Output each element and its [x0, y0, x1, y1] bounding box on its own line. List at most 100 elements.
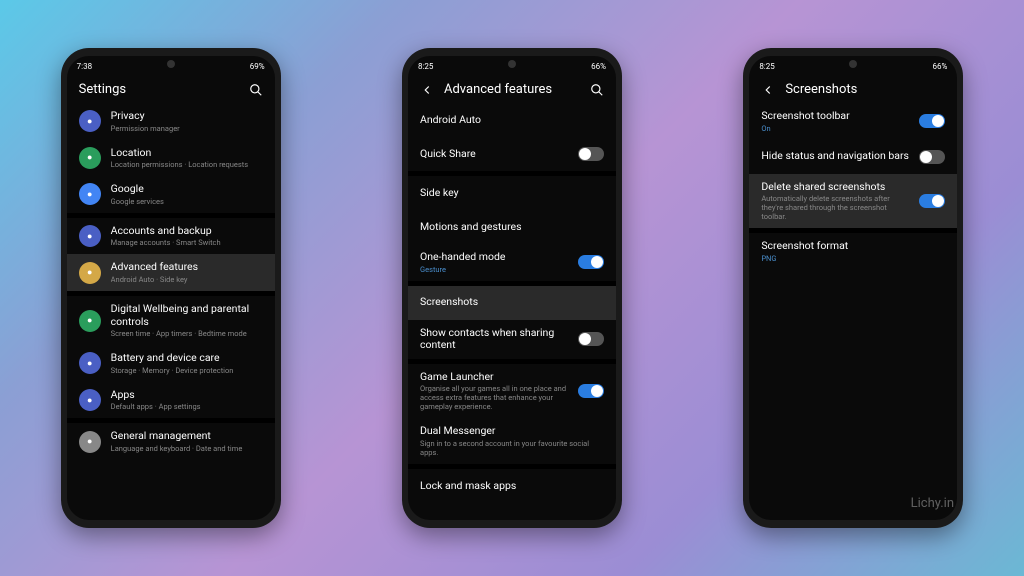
- row-label: Delete shared screenshots: [761, 181, 909, 194]
- settings-row[interactable]: ● LocationLocation permissions · Location…: [67, 140, 275, 177]
- row-label: Screenshots: [420, 296, 604, 309]
- watermark: Lichy.in: [911, 496, 954, 511]
- row-sublabel: Manage accounts · Smart Switch: [111, 238, 263, 247]
- status-time: 8:25: [759, 62, 774, 71]
- row-label: Privacy: [111, 110, 263, 123]
- toggle-switch[interactable]: [919, 114, 945, 128]
- screen: 8:25 66% Screenshots Screenshot toolbarO…: [749, 56, 957, 520]
- toggle-switch[interactable]: [919, 194, 945, 208]
- row-sublabel: Automatically delete screenshots after t…: [761, 194, 909, 221]
- row-label: One-handed mode: [420, 251, 568, 264]
- settings-row[interactable]: ●Accounts and backupManage accounts · Sm…: [67, 218, 275, 255]
- toggle-switch[interactable]: [919, 150, 945, 164]
- settings-row[interactable]: Lock and mask apps: [408, 469, 616, 503]
- settings-row[interactable]: Delete shared screenshotsAutomatically d…: [749, 174, 957, 229]
- row-sublabel: Google services: [111, 197, 263, 206]
- advanced-icon: ●: [79, 262, 101, 284]
- search-icon[interactable]: [590, 83, 604, 97]
- row-text: LocationLocation permissions · Location …: [111, 147, 263, 170]
- row-label: Location: [111, 147, 263, 160]
- header: Settings: [67, 76, 275, 103]
- status-bar: 7:38 69%: [67, 56, 275, 76]
- status-bar: 8:25 66%: [408, 56, 616, 76]
- row-label: Digital Wellbeing and parental controls: [111, 303, 263, 328]
- row-text: Screenshot toolbarOn: [761, 110, 909, 133]
- status-right: 66%: [591, 62, 606, 71]
- settings-row[interactable]: One-handed modeGesture: [408, 244, 616, 281]
- settings-row[interactable]: Quick Share: [408, 137, 616, 171]
- row-text: Digital Wellbeing and parental controlsS…: [111, 303, 263, 338]
- settings-row[interactable]: ●Battery and device careStorage · Memory…: [67, 345, 275, 382]
- settings-row[interactable]: Screenshot toolbarOn: [749, 103, 957, 140]
- status-bar: 8:25 66%: [749, 56, 957, 76]
- settings-row[interactable]: Side key: [408, 176, 616, 210]
- settings-row[interactable]: ● PrivacyPermission manager: [67, 103, 275, 140]
- row-text: Screenshot formatPNG: [761, 240, 945, 263]
- google-icon: ●: [79, 183, 101, 205]
- settings-row[interactable]: ● AppsDefault apps · App settings: [67, 382, 275, 419]
- status-time: 8:25: [418, 62, 433, 71]
- wellbeing-icon: ●: [79, 310, 101, 332]
- row-text: Screenshots: [420, 296, 604, 309]
- row-text: AppsDefault apps · App settings: [111, 389, 263, 412]
- row-label: Hide status and navigation bars: [761, 150, 909, 163]
- status-time: 7:38: [77, 62, 92, 71]
- settings-row[interactable]: Screenshot formatPNG: [749, 233, 957, 270]
- row-label: Lock and mask apps: [420, 480, 604, 493]
- back-icon[interactable]: [420, 83, 434, 97]
- settings-list: Android Auto Quick Share Side key Motions a…: [408, 103, 616, 520]
- row-sublabel: Storage · Memory · Device protection: [111, 366, 263, 375]
- row-text: Side key: [420, 187, 604, 200]
- row-sublabel: Screen time · App timers · Bedtime mode: [111, 329, 263, 338]
- row-label: Accounts and backup: [111, 225, 263, 238]
- row-text: Dual MessengerSign in to a second accoun…: [420, 425, 604, 457]
- toggle-switch[interactable]: [578, 332, 604, 346]
- settings-row[interactable]: Motions and gestures: [408, 210, 616, 244]
- settings-row[interactable]: ●General managementLanguage and keyboard…: [67, 423, 275, 460]
- row-sublabel: Organise all your games all in one place…: [420, 384, 568, 411]
- row-text: Accounts and backupManage accounts · Sma…: [111, 225, 263, 248]
- screen: 8:25 66% Advanced features Android Auto Q…: [408, 56, 616, 520]
- row-text: Android Auto: [420, 114, 604, 127]
- settings-row[interactable]: Dual MessengerSign in to a second accoun…: [408, 418, 616, 464]
- row-text: Delete shared screenshotsAutomatically d…: [761, 181, 909, 222]
- settings-row[interactable]: Android Auto: [408, 103, 616, 137]
- settings-row[interactable]: Hide status and navigation bars: [749, 140, 957, 174]
- page-title: Settings: [79, 82, 239, 97]
- status-right: 69%: [250, 62, 265, 71]
- settings-row[interactable]: ● Advanced featuresAndroid Auto · Side ke…: [67, 254, 275, 291]
- page-title: Advanced features: [444, 82, 580, 97]
- toggle-switch[interactable]: [578, 384, 604, 398]
- row-sublabel: Language and keyboard · Date and time: [111, 444, 263, 453]
- settings-row[interactable]: Screenshots: [408, 286, 616, 320]
- row-sublabel: On: [761, 124, 909, 133]
- row-text: PrivacyPermission manager: [111, 110, 263, 133]
- row-label: Android Auto: [420, 114, 604, 127]
- row-label: Show contacts when sharing content: [420, 327, 568, 352]
- back-icon[interactable]: [761, 83, 775, 97]
- general-icon: ●: [79, 431, 101, 453]
- row-label: Screenshot toolbar: [761, 110, 909, 123]
- settings-row[interactable]: ●GoogleGoogle services: [67, 176, 275, 213]
- toggle-switch[interactable]: [578, 255, 604, 269]
- row-text: Battery and device careStorage · Memory …: [111, 352, 263, 375]
- row-text: Lock and mask apps: [420, 480, 604, 493]
- apps-icon: ●: [79, 389, 101, 411]
- phone-screenshots: 8:25 66% Screenshots Screenshot toolbarO…: [743, 48, 963, 528]
- settings-row[interactable]: Game LauncherOrganise all your games all…: [408, 364, 616, 419]
- settings-row[interactable]: ● Digital Wellbeing and parental controls…: [67, 296, 275, 345]
- row-text: Show contacts when sharing content: [420, 327, 568, 352]
- row-text: Advanced featuresAndroid Auto · Side key: [111, 261, 263, 284]
- row-sublabel: Default apps · App settings: [111, 402, 263, 411]
- row-sublabel: Location permissions · Location requests: [111, 160, 263, 169]
- row-text: One-handed modeGesture: [420, 251, 568, 274]
- privacy-icon: ●: [79, 110, 101, 132]
- location-icon: ●: [79, 147, 101, 169]
- settings-list: Screenshot toolbarOn Hide status and navi…: [749, 103, 957, 520]
- page-title: Screenshots: [785, 82, 945, 97]
- settings-row[interactable]: Show contacts when sharing content: [408, 320, 616, 359]
- row-label: Apps: [111, 389, 263, 402]
- row-text: Quick Share: [420, 148, 568, 161]
- toggle-switch[interactable]: [578, 147, 604, 161]
- search-icon[interactable]: [249, 83, 263, 97]
